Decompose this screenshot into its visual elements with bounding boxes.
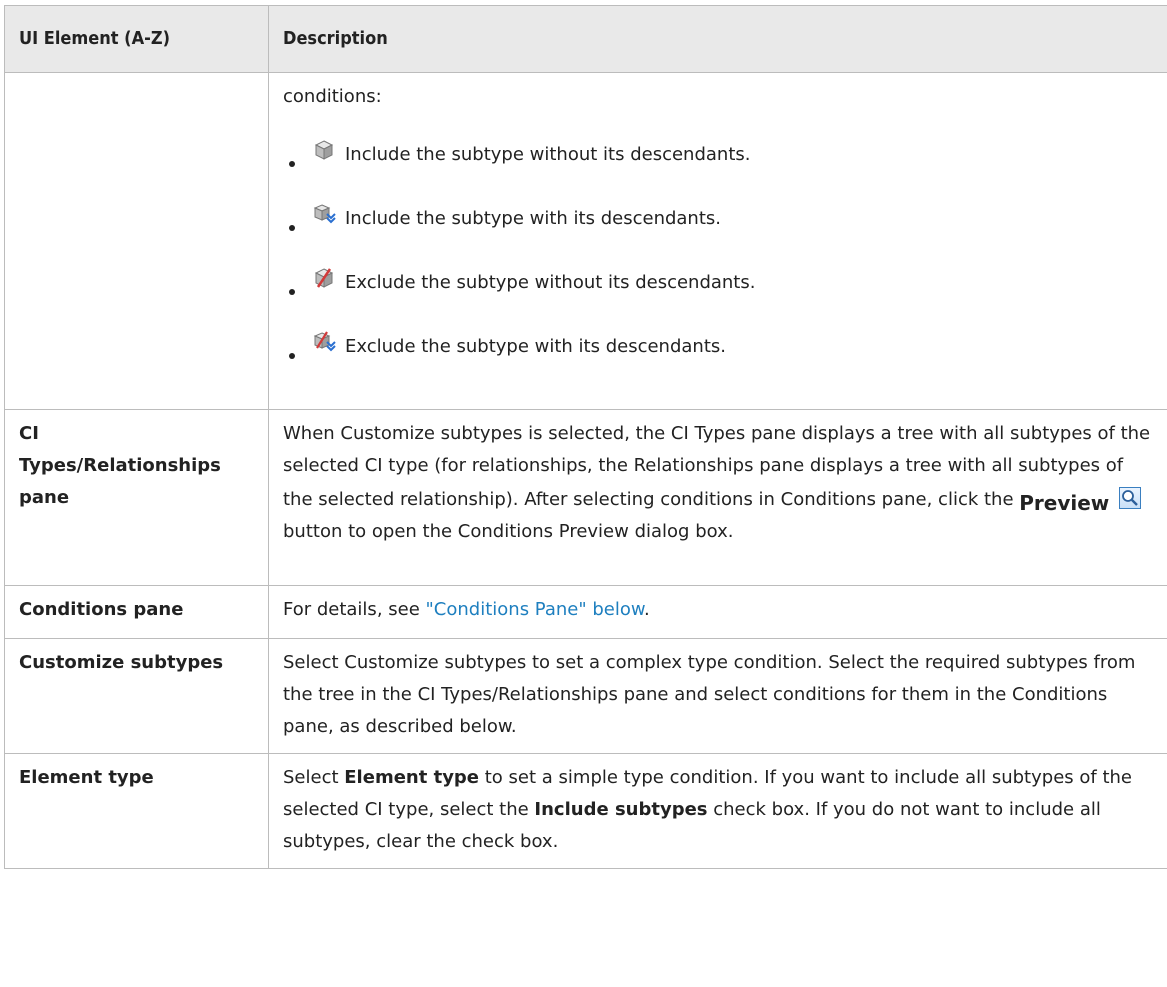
ui-element-name-line: pane [19, 487, 70, 508]
list-item-text: Include the subtype with its descendants… [345, 208, 721, 229]
cube-include-descendants-icon [313, 203, 337, 227]
list-item-text: Exclude the subtype without its descenda… [345, 272, 756, 293]
preview-label: Preview [1019, 491, 1110, 515]
cube-include-icon [313, 139, 337, 163]
cube-exclude-descendants-icon [313, 331, 337, 355]
description-cell: For details, see "Conditions Pane" below… [268, 585, 1167, 639]
ui-element-conditions-pane: Conditions pane [4, 585, 269, 639]
conditions-pane-link[interactable]: "Conditions Pane" below [426, 599, 644, 620]
ui-element-cell-empty [4, 72, 269, 410]
conditions-pane-desc-prefix: For details, see [283, 599, 426, 620]
table-row: Customize subtypes Select Customize subt… [4, 638, 1167, 754]
preview-button[interactable] [1119, 487, 1142, 509]
table-header-row: UI Element (A-Z) Description [4, 5, 1167, 73]
list-item: Include the subtype with its descendants… [283, 187, 1153, 251]
conditions-list: Include the subtype without its descenda… [283, 123, 1153, 379]
ui-element-element-type: Element type [4, 753, 269, 869]
ci-types-description-part2: button to open the Conditions Preview di… [283, 521, 734, 542]
table-row: CI Types/Relationships pane When Customi… [4, 409, 1167, 586]
table-row: Conditions pane For details, see "Condit… [4, 585, 1167, 639]
ui-element-customize-subtypes: Customize subtypes [4, 638, 269, 754]
conditions-pane-desc-suffix: . [643, 599, 650, 620]
description-cell: Select Customize subtypes to set a compl… [268, 638, 1167, 754]
element-type-desc-part1: Select [283, 767, 345, 788]
description-cell: Select Element type to set a simple type… [268, 753, 1167, 869]
description-cell: When Customize subtypes is selected, the… [268, 409, 1167, 586]
ui-element-name-line: CI [19, 423, 39, 444]
description-cell: conditions: Include the subtype without … [268, 72, 1167, 410]
magnifier-icon [1122, 490, 1138, 506]
table-row: Element type Select Element type to set … [4, 753, 1167, 869]
column-header-ui-element: UI Element (A-Z) [4, 5, 269, 73]
ui-element-ci-types-relationships-pane: CI Types/Relationships pane [4, 409, 269, 586]
list-item: Exclude the subtype with its descendants… [283, 315, 1153, 379]
column-header-description: Description [268, 5, 1167, 73]
list-item: Include the subtype without its descenda… [283, 123, 1153, 187]
list-item: Exclude the subtype without its descenda… [283, 251, 1153, 315]
table-row: conditions: Include the subtype without … [4, 72, 1167, 410]
element-type-bold-include-subtypes: Include subtypes [534, 799, 708, 820]
ui-element-name-line: Types/Relationships [19, 455, 221, 476]
list-item-text: Exclude the subtype with its descendants… [345, 336, 726, 357]
element-type-bold-element-type: Element type [344, 767, 480, 788]
cube-exclude-icon [313, 267, 337, 291]
list-item-text: Include the subtype without its descenda… [345, 144, 751, 165]
ui-elements-table: UI Element (A-Z) Description conditions: [4, 5, 1167, 869]
conditions-intro: conditions: [283, 86, 382, 107]
